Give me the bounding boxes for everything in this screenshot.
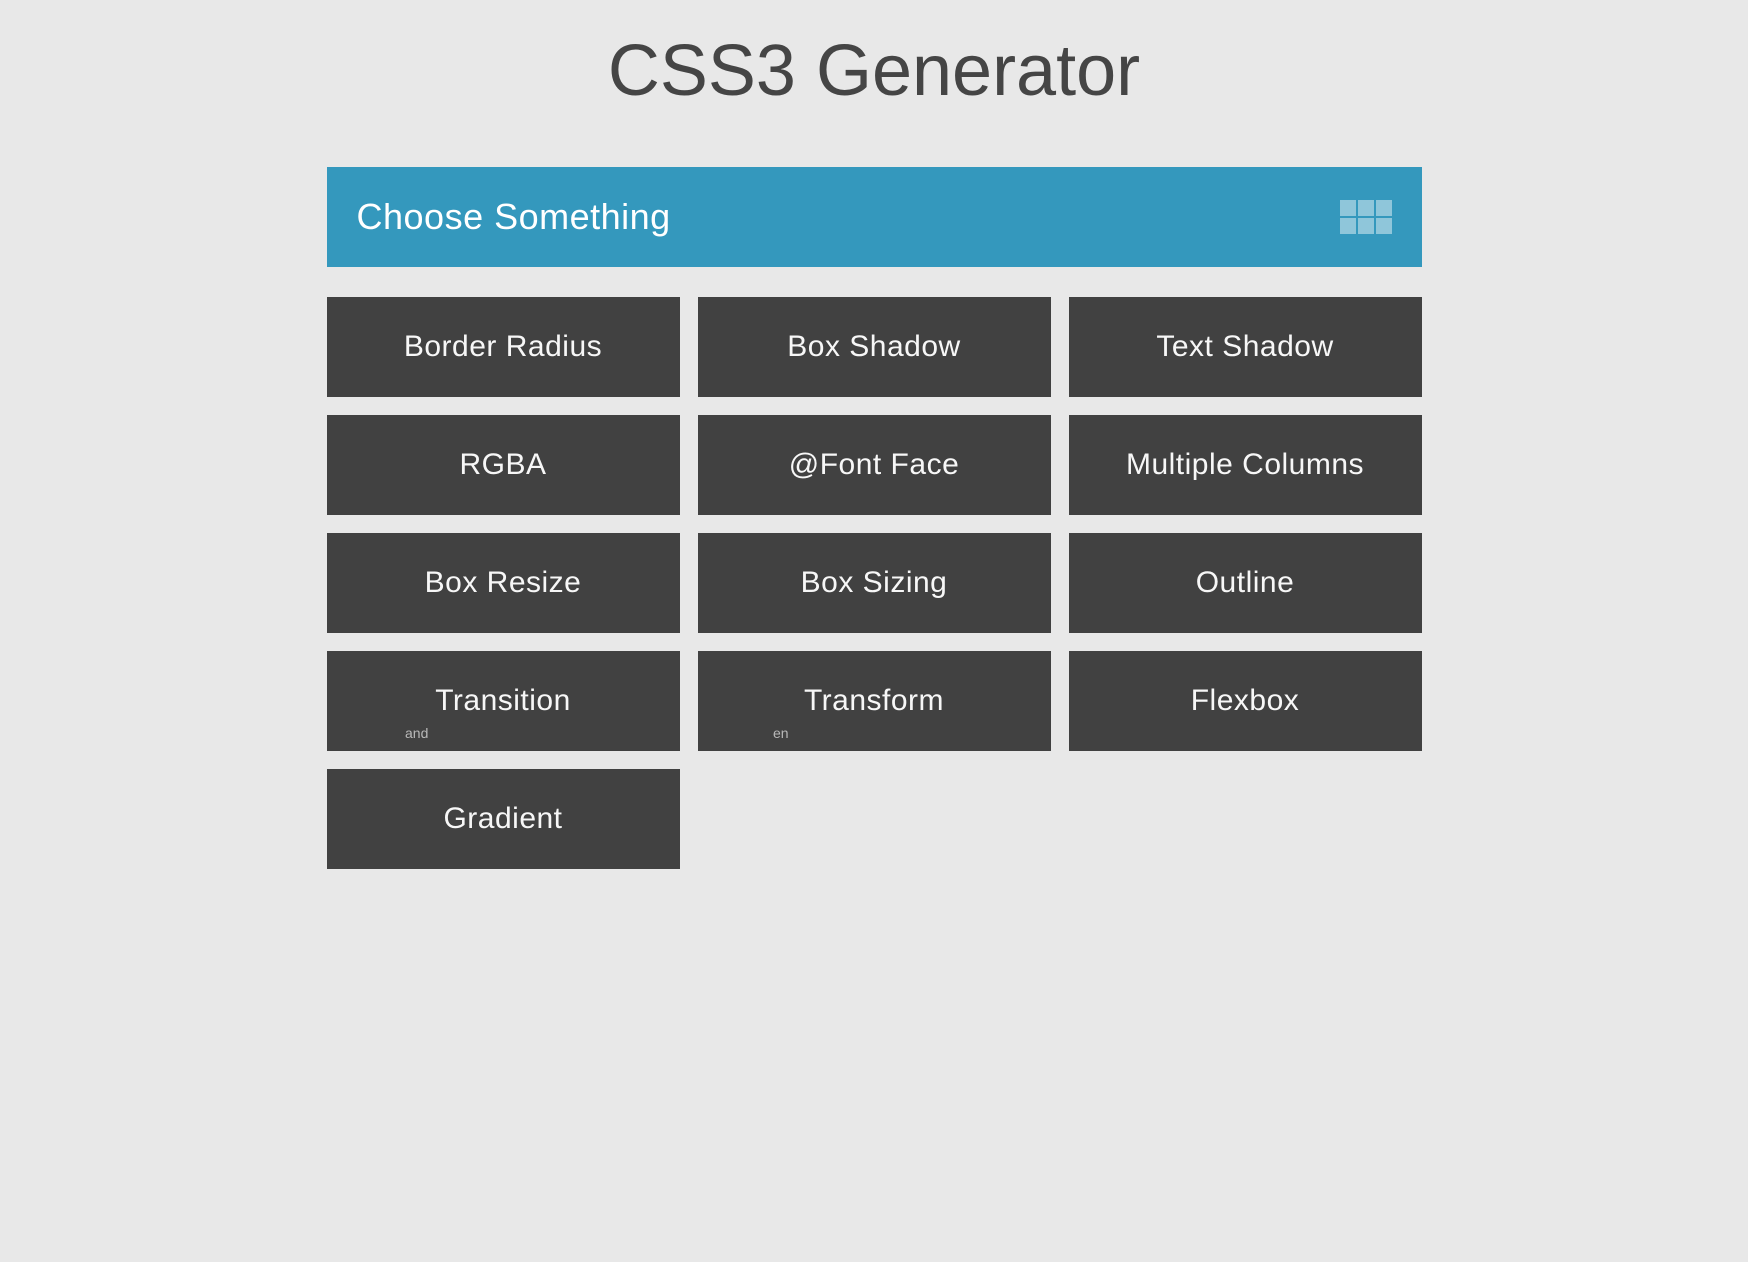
tile-text-shadow[interactable]: Text Shadow [1069, 297, 1422, 397]
tile-transition[interactable]: Transition [327, 651, 680, 751]
tile-font-face[interactable]: @Font Face [698, 415, 1051, 515]
tile-box-sizing[interactable]: Box Sizing [698, 533, 1051, 633]
tile-transform[interactable]: Transform [698, 651, 1051, 751]
tile-label: Transition [435, 684, 571, 718]
tile-box-shadow[interactable]: Box Shadow [698, 297, 1051, 397]
page-title: CSS3 Generator [327, 30, 1422, 112]
tile-label: Gradient [443, 802, 562, 836]
grid-icon[interactable] [1340, 200, 1392, 234]
tile-multiple-columns[interactable]: Multiple Columns [1069, 415, 1422, 515]
tile-label: Box Sizing [801, 566, 948, 600]
tile-label: Outline [1196, 566, 1295, 600]
tile-label: Box Resize [425, 566, 582, 600]
tiles-grid: Border Radius Box Shadow Text Shadow RGB… [327, 297, 1422, 869]
tile-label: @Font Face [789, 448, 960, 482]
tile-label: Flexbox [1191, 684, 1300, 718]
tile-label: Border Radius [404, 330, 602, 364]
tile-flexbox[interactable]: Flexbox [1069, 651, 1422, 751]
tile-rgba[interactable]: RGBA [327, 415, 680, 515]
tile-label: RGBA [459, 448, 546, 482]
tile-gradient[interactable]: Gradient [327, 769, 680, 869]
tile-box-resize[interactable]: Box Resize [327, 533, 680, 633]
tile-label: Box Shadow [787, 330, 960, 364]
tile-border-radius[interactable]: Border Radius [327, 297, 680, 397]
selector-bar[interactable]: Choose Something [327, 167, 1422, 267]
tile-outline[interactable]: Outline [1069, 533, 1422, 633]
selector-label: Choose Something [357, 196, 671, 238]
tile-label: Text Shadow [1156, 330, 1333, 364]
main-container: CSS3 Generator Choose Something Border R… [327, 0, 1422, 869]
tile-label: Multiple Columns [1126, 448, 1364, 482]
tile-label: Transform [804, 684, 944, 718]
